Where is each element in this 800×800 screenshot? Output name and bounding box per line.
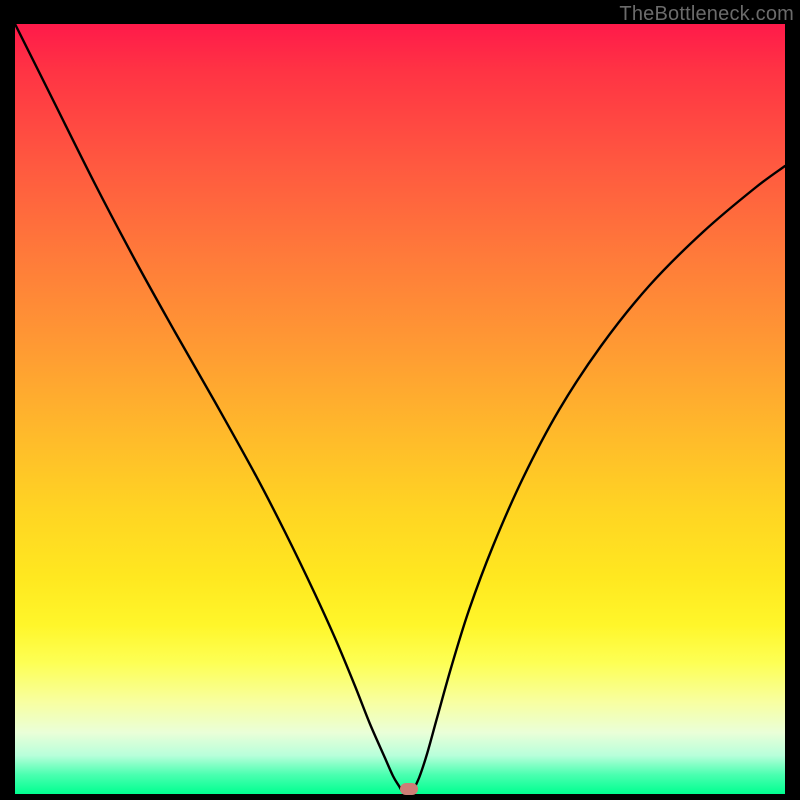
chart-frame: [15, 24, 785, 794]
bottleneck-curve: [15, 24, 785, 794]
watermark-text: TheBottleneck.com: [619, 3, 794, 26]
bottleneck-minimum-marker: [400, 783, 418, 795]
